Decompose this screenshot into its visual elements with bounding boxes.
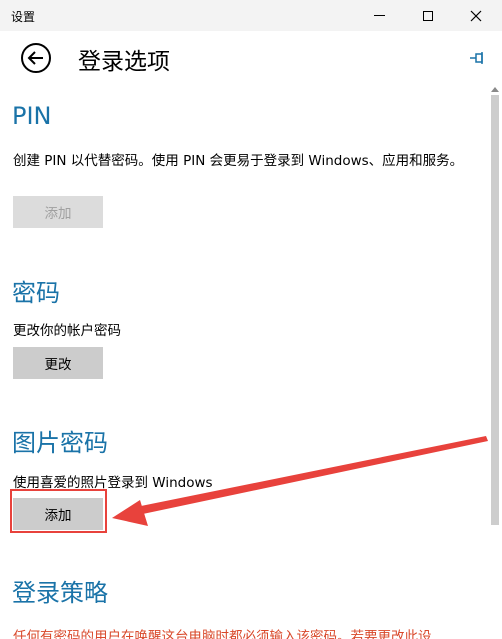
- window-title: 设置: [11, 10, 36, 24]
- minimize-icon: [373, 15, 385, 16]
- back-arrow-icon[interactable]: [20, 42, 52, 74]
- page-header: 登录选项: [0, 31, 502, 85]
- maximize-button[interactable]: [405, 0, 451, 31]
- password-description: 更改你的帐户密码: [13, 323, 121, 339]
- pin-description: 创建 PIN 以代替密码。使用 PIN 会更易于登录到 Windows、应用和服…: [13, 153, 464, 169]
- settings-window: 设置 登录选项 PIN 创建 PIN 以代替密码。使用 PIN 会更易于登录到 …: [0, 0, 502, 639]
- policy-description: 任何有密码的用户在唤醒这台电脑时都必须输入该密码。若要更改此设: [13, 629, 432, 639]
- annotation-highlight-box: [10, 489, 107, 533]
- vertical-scrollbar[interactable]: [488, 85, 502, 639]
- page-title: 登录选项: [78, 49, 170, 75]
- picture-password-heading: 图片密码: [12, 429, 108, 457]
- add-pin-button[interactable]: 添加: [13, 196, 103, 228]
- pin-icon[interactable]: [468, 48, 488, 68]
- scroll-thumb[interactable]: [491, 95, 499, 525]
- minimize-button[interactable]: [356, 0, 402, 31]
- change-password-button[interactable]: 更改: [13, 347, 103, 379]
- scroll-up-icon[interactable]: [491, 87, 499, 92]
- annotation-arrow: [112, 436, 488, 526]
- close-icon: [470, 10, 482, 21]
- title-bar: 设置: [0, 0, 502, 31]
- close-button[interactable]: [453, 0, 499, 31]
- policy-heading: 登录策略: [12, 579, 108, 607]
- maximize-icon: [423, 10, 433, 21]
- pin-heading: PIN: [12, 102, 52, 130]
- password-heading: 密码: [12, 279, 60, 307]
